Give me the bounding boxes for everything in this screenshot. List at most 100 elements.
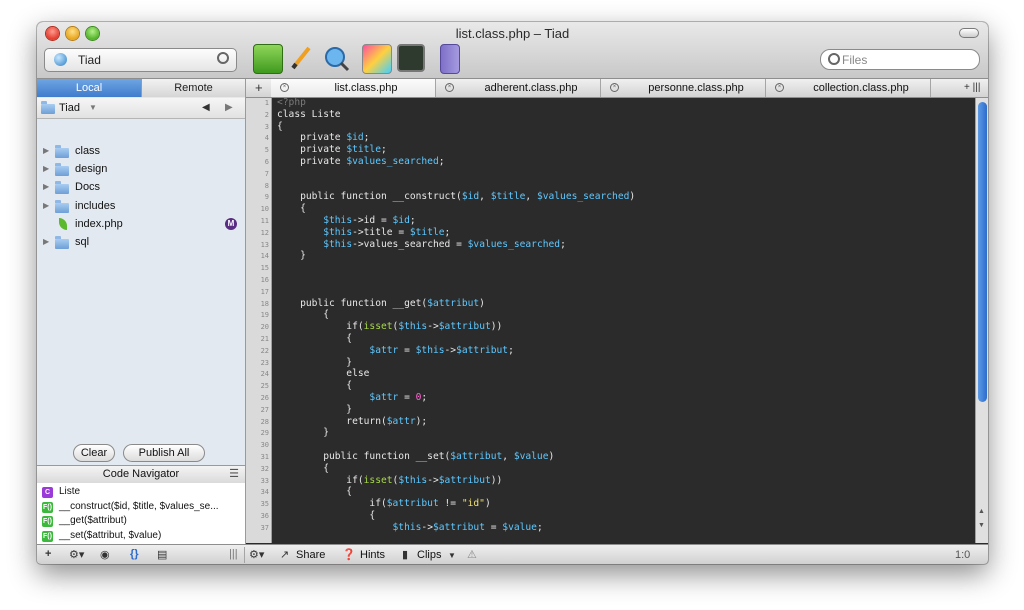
navigator-item[interactable]: F() __get($attribut) [37,515,245,529]
new-tab-button[interactable]: + [255,80,263,95]
editor-tab[interactable]: × list.class.php [271,79,436,97]
css-icon[interactable] [362,44,392,74]
publish-all-button[interactable]: Publish All [123,444,205,462]
navigator-item-label: Liste [59,486,81,497]
code-line: } [277,427,329,439]
site-settings-icon[interactable] [217,52,229,64]
code-token: ->values_searched = [352,238,468,250]
code-editor[interactable]: <?php class Liste{ private $id; private $… [272,98,975,543]
code-line: if($attribut != "id") [277,498,490,510]
disclosure-triangle-icon[interactable]: ▶ [43,182,49,191]
close-tab-icon[interactable]: × [610,83,619,92]
code-token: $attribut [386,498,439,510]
file-tree-item[interactable]: ▶ includes [37,197,245,215]
toolbar-toggle-button[interactable] [959,28,979,38]
add-icon[interactable]: + [45,548,51,560]
pencil-icon[interactable] [287,44,315,72]
site-name: Tiad [78,53,101,67]
editor-tab[interactable]: × adherent.class.php [436,79,601,97]
leaf-icon[interactable] [253,44,283,74]
code-token: $id [392,215,410,226]
code-line: public function __construct($id, $title,… [277,191,635,203]
menu-icon[interactable]: ☰ [229,467,239,480]
code-line: <?php [277,98,306,109]
books-icon[interactable] [440,44,460,74]
function-icon: F() [42,530,53,542]
disclosure-triangle-icon[interactable]: ▶ [43,201,49,210]
navigator-item[interactable]: F() __construct($id, $title, $values_se..… [37,501,245,515]
close-tab-icon[interactable]: × [775,83,784,92]
line-number: 35 [260,500,269,509]
code-token: != [438,498,462,510]
file-tree-item[interactable]: ▶ class [37,142,245,160]
code-line: $this->values_searched = $values_searche… [277,239,566,251]
window-title: list.class.php – Tiad [455,26,570,41]
gear-icon[interactable]: ⚙▾ [69,548,84,561]
code-token: $value [513,451,549,462]
preview-icon[interactable] [322,44,350,72]
code-token: ) [479,297,485,309]
chevron-down-icon[interactable]: ▼ [448,551,456,560]
editor-tab[interactable]: × personne.class.php [601,79,766,97]
share-button[interactable]: Share [296,549,325,561]
disclosure-triangle-icon[interactable]: ▶ [43,164,49,173]
rss-icon[interactable]: ◉ [100,548,110,561]
close-tab-icon[interactable]: × [445,83,454,92]
editor-tab-label: list.class.php [334,82,398,94]
folder-icon [55,236,69,249]
editor-tab[interactable]: × collection.class.php [766,79,931,97]
line-number: 10 [260,205,269,214]
search-placeholder: Files [842,53,868,67]
navigator-item[interactable]: F() __set($attribut, $value) [37,530,245,544]
resize-handle-icon[interactable]: ||| [229,548,238,560]
tab-local[interactable]: Local [37,79,141,97]
file-tree-item[interactable]: index.php M [37,215,245,233]
code-token: public function __get( [277,297,428,309]
code-token: $attribut [427,297,480,309]
hints-button[interactable]: Hints [360,549,385,561]
code-token: $this [398,474,428,486]
code-token: , [479,191,491,203]
file-tree-item[interactable]: ▶ Docs [37,178,245,196]
code-token: ->title = [352,226,410,238]
line-number: 5 [264,146,269,155]
clips-button[interactable]: Clips [417,549,441,561]
line-number: 11 [260,217,269,225]
line-number: 1 [264,99,269,107]
code-token: $this [415,344,445,356]
site-selector[interactable]: Tiad [44,48,237,72]
line-number: 27 [260,405,269,414]
scroll-thumb[interactable] [978,102,987,402]
disclosure-triangle-icon[interactable]: ▶ [43,237,49,246]
file-tree-item[interactable]: ▶ sql [37,233,245,251]
sidebar-tabs: Local Remote [37,79,245,97]
tab-remote[interactable]: Remote [141,79,245,97]
files-search-field[interactable]: Files [820,49,980,70]
line-number: 33 [260,476,269,485]
tab-overflow-button[interactable]: + ||| [964,82,980,93]
back-arrow-icon[interactable]: ◀ [202,102,210,113]
chevron-down-icon: ▼ [89,103,97,112]
forward-arrow-icon[interactable]: ▶ [225,102,233,113]
braces-icon[interactable]: {} [130,548,139,560]
warning-icon[interactable]: ⚠ [467,548,477,561]
scroll-down-icon[interactable]: ▼ [978,522,985,529]
line-number: 14 [260,252,269,261]
path-selector[interactable]: Tiad ▼ ◀ ▶ [37,98,245,119]
terminal-icon[interactable] [397,44,425,72]
scroll-up-icon[interactable]: ▲ [978,508,985,515]
clear-button[interactable]: Clear [73,444,115,462]
line-number: 6 [264,158,269,166]
editor-tab-label: personne.class.php [648,82,744,94]
file-tree-item[interactable]: ▶ design [37,160,245,178]
disclosure-triangle-icon[interactable]: ▶ [43,146,49,155]
vertical-scrollbar[interactable]: ▲ ▼ [975,98,988,543]
close-tab-icon[interactable]: × [280,83,289,92]
code-token: $title [409,226,445,238]
code-token: , [502,451,514,462]
code-token: public function __set( [277,451,451,462]
navigator-item[interactable]: C Liste [37,486,245,500]
sidebar-toggle-icon[interactable]: ▤ [157,548,167,561]
gear-icon[interactable]: ⚙▾ [249,548,264,561]
code-token: isset [363,474,393,486]
